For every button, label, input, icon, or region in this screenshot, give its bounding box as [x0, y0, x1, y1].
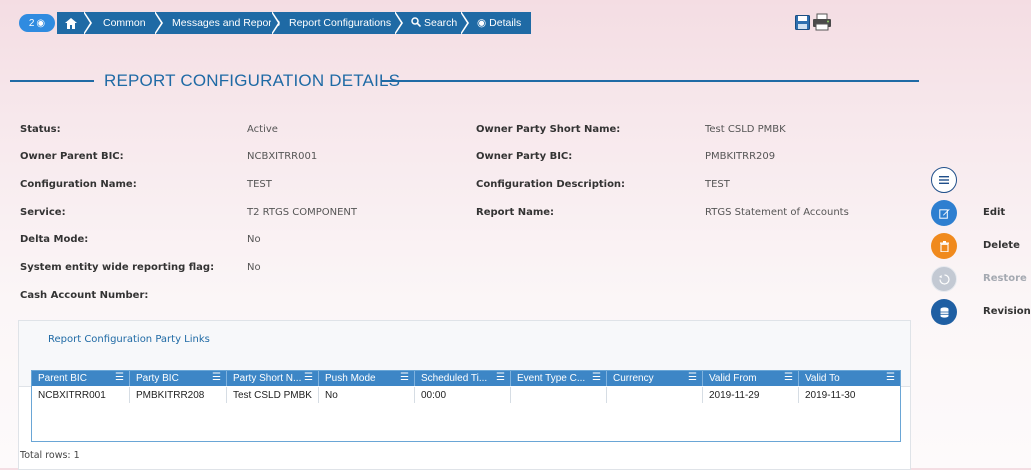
- cell-currency: [607, 387, 703, 403]
- eye-icon: ◉: [36, 17, 46, 29]
- context-count: 2: [28, 17, 35, 29]
- cell-event-type: [511, 387, 607, 403]
- edit-button[interactable]: [931, 200, 957, 226]
- breadcrumb-details-label: Details: [489, 17, 522, 29]
- cell-push-mode: No: [319, 387, 415, 403]
- column-label: Scheduled Ti...: [421, 373, 488, 384]
- context-badge[interactable]: 2 ◉: [19, 14, 55, 32]
- column-menu-icon[interactable]: ☰: [784, 372, 793, 383]
- cell-scheduled-time: 00:00: [415, 387, 511, 403]
- breadcrumb-messages-reports[interactable]: Messages and Reports: [172, 12, 280, 34]
- print-icon[interactable]: [812, 13, 832, 35]
- column-menu-icon[interactable]: ☰: [496, 372, 505, 383]
- delete-label[interactable]: Delete: [983, 240, 1020, 251]
- column-menu-icon[interactable]: ☰: [212, 372, 221, 383]
- field-label-delta-mode: Delta Mode:: [20, 234, 89, 245]
- column-menu-icon[interactable]: ☰: [304, 372, 313, 383]
- breadcrumb-common[interactable]: Common: [103, 12, 146, 34]
- field-value-owner-party-short-name: Test CSLD PMBK: [705, 124, 786, 135]
- column-menu-icon[interactable]: ☰: [115, 372, 124, 383]
- cell-valid-from: 2019-11-29: [703, 387, 799, 403]
- party-links-link[interactable]: Report Configuration Party Links: [48, 334, 210, 345]
- column-label: Parent BIC: [38, 373, 87, 384]
- eye-icon: ◉: [477, 17, 487, 29]
- column-label: Push Mode: [325, 373, 376, 384]
- field-value-entity-wide-flag: No: [247, 262, 261, 273]
- save-icon[interactable]: [795, 15, 810, 34]
- breadcrumb-search[interactable]: Search: [411, 12, 457, 34]
- column-menu-icon[interactable]: ☰: [400, 372, 409, 383]
- title-rule-left: [10, 80, 94, 82]
- column-header-valid-from[interactable]: Valid From ☰: [703, 371, 799, 386]
- column-menu-icon[interactable]: ☰: [688, 372, 697, 383]
- field-value-report-name: RTGS Statement of Accounts: [705, 207, 849, 218]
- field-value-delta-mode: No: [247, 234, 261, 245]
- table-header: Parent BIC ☰ Party BIC ☰ Party Short N... ☰…: [32, 371, 900, 386]
- column-header-scheduled-time[interactable]: Scheduled Ti... ☰: [415, 371, 511, 386]
- edit-icon: [938, 204, 950, 223]
- column-header-parent-bic[interactable]: Parent BIC ☰: [32, 371, 130, 386]
- title-rule-right: [381, 80, 919, 82]
- field-label-configuration-name: Configuration Name:: [20, 179, 137, 190]
- cell-valid-to: 2019-11-30: [805, 389, 856, 401]
- breadcrumb-report-configurations[interactable]: Report Configurations: [289, 12, 391, 34]
- field-label-entity-wide-flag: System entity wide reporting flag:: [20, 262, 215, 273]
- column-menu-icon[interactable]: ☰: [886, 372, 895, 383]
- column-label: Valid From: [709, 373, 757, 384]
- breadcrumb-details: ◉ Details: [477, 12, 521, 34]
- field-label-cash-account-number: Cash Account Number:: [20, 290, 149, 301]
- field-label-status: Status:: [20, 124, 61, 135]
- column-label: Currency: [613, 373, 654, 384]
- restore-button: [931, 266, 957, 292]
- field-value-service: T2 RTGS COMPONENT: [247, 207, 358, 218]
- field-value-owner-party-bic: PMBKITRR209: [705, 151, 776, 162]
- cell-party-bic: PMBKITRR208: [130, 387, 227, 403]
- column-menu-icon[interactable]: ☰: [592, 372, 601, 383]
- total-rows: Total rows: 1: [20, 450, 80, 461]
- trash-icon: [939, 237, 949, 256]
- column-label: Party BIC: [136, 373, 179, 384]
- cell-parent-bic: NCBXITRR001: [32, 387, 130, 403]
- page-title: REPORT CONFIGURATION DETAILS: [104, 71, 401, 90]
- column-header-party-bic[interactable]: Party BIC ☰: [130, 371, 227, 386]
- column-header-push-mode[interactable]: Push Mode ☰: [319, 371, 415, 386]
- field-label-owner-party-short-name: Owner Party Short Name:: [476, 124, 621, 135]
- restore-label: Restore: [983, 273, 1027, 284]
- column-label: Party Short N...: [233, 373, 302, 384]
- cell-party-short-name: Test CSLD PMBK: [227, 387, 319, 403]
- search-icon: [411, 16, 422, 30]
- party-links-table: Parent BIC ☰ Party BIC ☰ Party Short N... ☰…: [31, 370, 901, 442]
- revisions-label[interactable]: Revisions: [983, 306, 1031, 317]
- menu-icon[interactable]: [931, 167, 957, 193]
- revisions-button[interactable]: [931, 299, 957, 325]
- column-header-event-type[interactable]: Event Type C... ☰: [511, 371, 607, 386]
- column-header-valid-to[interactable]: Valid To ☰: [799, 371, 900, 386]
- field-label-configuration-description: Configuration Description:: [476, 179, 626, 190]
- column-label: Valid To: [805, 373, 840, 384]
- field-label-owner-party-bic: Owner Party BIC:: [476, 151, 573, 162]
- home-icon[interactable]: [65, 12, 77, 34]
- breadcrumb-search-label: Search: [424, 17, 458, 29]
- database-icon: [940, 303, 949, 322]
- restore-icon: [938, 270, 950, 289]
- field-label-report-name: Report Name:: [476, 207, 555, 218]
- edit-label[interactable]: Edit: [983, 207, 1005, 218]
- delete-button[interactable]: [931, 233, 957, 259]
- column-header-party-short-name[interactable]: Party Short N... ☰: [227, 371, 319, 386]
- field-value-configuration-name: TEST: [247, 179, 272, 190]
- column-header-currency[interactable]: Currency ☰: [607, 371, 703, 386]
- field-value-status: Active: [247, 124, 278, 135]
- field-label-service: Service:: [20, 207, 66, 218]
- field-label-owner-parent-bic: Owner Parent BIC:: [20, 151, 124, 162]
- column-label: Event Type C...: [517, 373, 586, 384]
- breadcrumb-bar: Common Messages and Reports Report Confi…: [57, 11, 531, 35]
- field-value-owner-parent-bic: NCBXITRR001: [247, 151, 318, 162]
- field-value-configuration-description: TEST: [705, 179, 730, 190]
